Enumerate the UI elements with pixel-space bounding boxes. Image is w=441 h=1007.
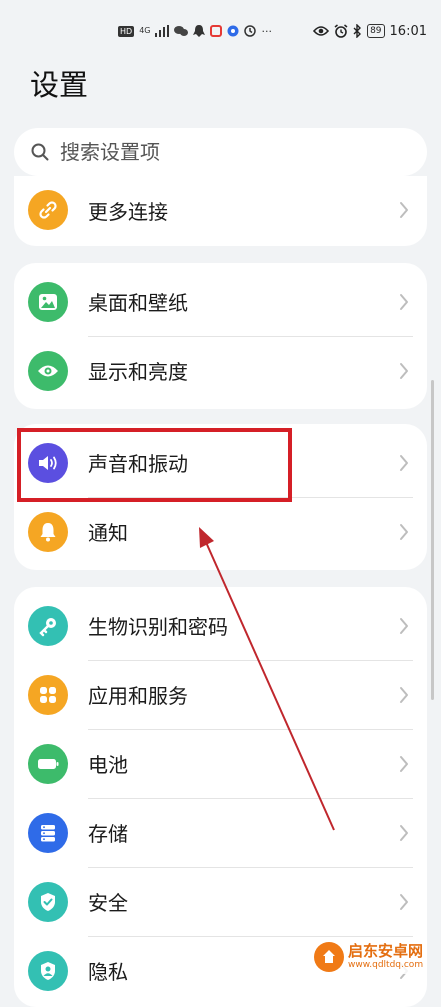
shield-icon <box>28 881 68 922</box>
bell-icon <box>28 511 68 552</box>
app-notification-icon <box>210 25 223 37</box>
settings-item-label: 存储 <box>88 822 128 846</box>
chevron-right-icon <box>400 893 408 910</box>
page-title: 设置 <box>30 68 89 102</box>
status-bar: HD 4G ··· 89 16:01 <box>0 0 441 60</box>
wechat-icon <box>174 26 189 36</box>
settings-item-label: 显示和亮度 <box>88 360 188 384</box>
settings-group-display: 桌面和壁纸 显示和亮度 <box>14 263 427 409</box>
status-right: 89 16:01 <box>313 20 427 42</box>
search-input[interactable] <box>58 139 392 165</box>
settings-item-battery[interactable]: 电池 <box>14 729 427 798</box>
settings-item-storage[interactable]: 存储 <box>14 798 427 867</box>
hd-badge: HD <box>118 25 135 37</box>
apps-grid-icon <box>28 674 68 715</box>
chevron-right-icon <box>400 362 408 379</box>
search-bar[interactable] <box>14 128 427 176</box>
chevron-right-icon <box>400 202 408 218</box>
battery-icon <box>28 743 68 784</box>
settings-item-label: 生物识别和密码 <box>88 615 228 639</box>
eye-comfort-icon <box>313 26 330 36</box>
chevron-right-icon <box>400 454 408 471</box>
wallpaper-icon <box>28 281 68 322</box>
settings-item-label: 更多连接 <box>88 199 168 224</box>
more-notifications: ··· <box>261 24 272 38</box>
settings-item-notifications[interactable]: 通知 <box>14 497 427 566</box>
link-icon <box>28 190 68 230</box>
watermark-text: 启东安卓网 www.qdltdq.com <box>348 944 423 970</box>
watermark: 启东安卓网 www.qdltdq.com <box>310 940 428 974</box>
settings-item-label: 应用和服务 <box>88 684 188 708</box>
settings-item-security[interactable]: 安全 <box>14 867 427 936</box>
chevron-right-icon <box>400 686 408 703</box>
chevron-right-icon <box>400 755 408 772</box>
bluetooth-icon <box>353 24 362 38</box>
settings-item-more-connections[interactable]: 更多连接 <box>14 176 427 244</box>
scrollbar[interactable] <box>431 380 434 700</box>
network-label: 4G <box>139 26 151 35</box>
settings-item-label: 通知 <box>88 521 128 545</box>
chevron-right-icon <box>400 293 408 310</box>
settings-item-label: 隐私 <box>88 960 128 984</box>
watermark-name: 启东安卓网 <box>348 942 424 960</box>
privacy-icon <box>28 950 68 991</box>
key-icon <box>28 605 68 646</box>
settings-item-label: 电池 <box>88 753 128 777</box>
clock: 16:01 <box>389 23 427 39</box>
settings-item-label: 安全 <box>88 891 128 915</box>
search-icon <box>31 143 49 161</box>
chevron-right-icon <box>400 824 408 841</box>
browser-icon <box>227 25 239 37</box>
settings-item-apps[interactable]: 应用和服务 <box>14 660 427 729</box>
settings-group-connections: 更多连接 <box>14 176 427 246</box>
storage-icon <box>28 812 68 853</box>
chevron-right-icon <box>400 523 408 540</box>
signal-icon <box>155 25 170 37</box>
sync-icon <box>244 25 257 37</box>
settings-item-wallpaper[interactable]: 桌面和壁纸 <box>14 267 427 336</box>
watermark-logo-icon <box>314 942 344 972</box>
settings-item-biometrics[interactable]: 生物识别和密码 <box>14 591 427 660</box>
settings-item-display[interactable]: 显示和亮度 <box>14 336 427 405</box>
eye-icon <box>28 350 68 391</box>
alarm-icon <box>334 24 348 38</box>
qq-icon <box>193 24 206 37</box>
chevron-right-icon <box>400 617 408 634</box>
highlight-box <box>17 428 292 502</box>
battery-indicator: 89 <box>367 24 385 38</box>
settings-item-label: 桌面和壁纸 <box>88 291 188 315</box>
status-left: HD 4G ··· <box>118 22 272 40</box>
watermark-url: www.qdltdq.com <box>348 960 424 970</box>
